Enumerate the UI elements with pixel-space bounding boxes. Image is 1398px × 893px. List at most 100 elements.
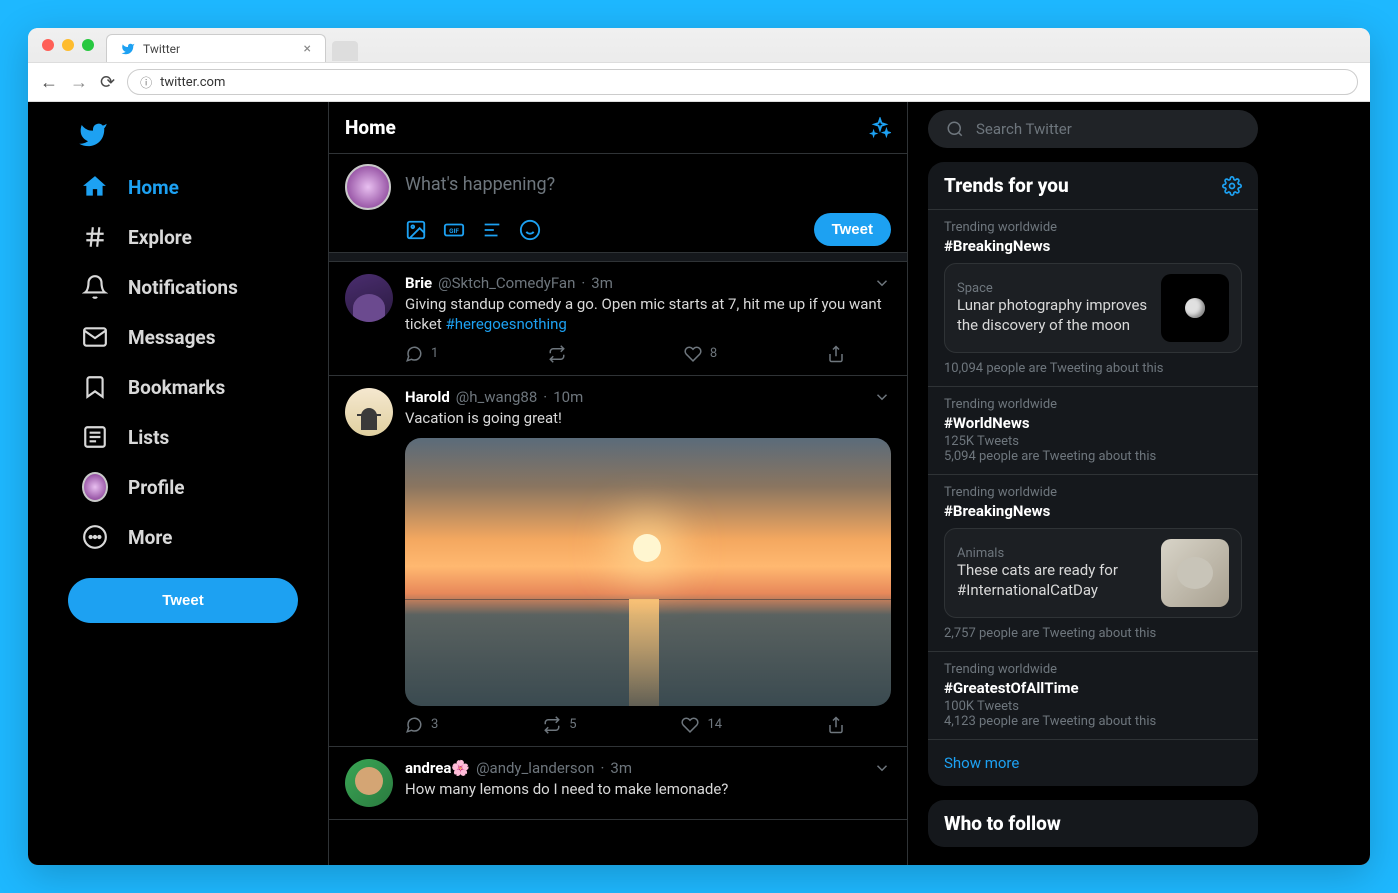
tweet-author-name[interactable]: Brie <box>405 274 432 292</box>
trend-item[interactable]: Trending worldwide #GreatestOfAllTime 10… <box>928 651 1258 739</box>
window-minimize-button[interactable] <box>62 39 74 51</box>
svg-text:GIF: GIF <box>449 226 459 234</box>
timeline-divider <box>329 252 907 262</box>
trend-title: #GreatestOfAllTime <box>944 679 1242 697</box>
tweet-image[interactable] <box>405 438 891 706</box>
tweet-author-handle[interactable]: @andy_landerson <box>476 759 594 777</box>
poll-icon[interactable] <box>481 219 503 241</box>
compose-avatar[interactable] <box>345 164 391 210</box>
nav-back-button[interactable]: ← <box>40 72 58 93</box>
trend-news-card[interactable]: Space Lunar photography improves the dis… <box>944 263 1242 353</box>
nav-more[interactable]: More <box>68 512 328 562</box>
new-tab-button[interactable] <box>332 41 358 61</box>
sidebar: Home Explore Notifications Messages Book… <box>28 102 328 865</box>
tweet[interactable]: andrea🌸 @andy_landerson · 3m How many le… <box>329 747 907 820</box>
tweet-menu-button[interactable] <box>873 388 891 406</box>
who-to-follow-card: Who to follow <box>928 800 1258 847</box>
nav-reload-button[interactable]: ⟳ <box>100 72 115 93</box>
compose-tweet: What's happening? GIF Tweet <box>329 154 907 252</box>
tweet-author-handle[interactable]: @h_wang88 <box>456 388 538 406</box>
tweet-text: Vacation is going great! <box>405 408 891 428</box>
trends-settings-button[interactable] <box>1222 176 1242 196</box>
twitter-app: Home Explore Notifications Messages Book… <box>28 102 1370 865</box>
trend-category: Space <box>957 281 1151 296</box>
twitter-favicon-icon <box>121 42 135 56</box>
reply-button[interactable]: 3 <box>405 716 438 734</box>
timeline-header: Home <box>329 102 907 154</box>
retweet-button[interactable]: 5 <box>543 716 576 734</box>
nav-lists[interactable]: Lists <box>68 412 328 462</box>
trends-title: Trends for you <box>944 174 1069 197</box>
right-sidebar: Search Twitter Trends for you Trending w… <box>908 102 1278 865</box>
sidebar-tweet-button[interactable]: Tweet <box>68 578 298 623</box>
nav-profile[interactable]: Profile <box>68 462 328 512</box>
trend-footer: 4,123 people are Tweeting about this <box>944 714 1242 729</box>
trend-item[interactable]: Trending worldwide #BreakingNews Animals… <box>928 474 1258 651</box>
tweet-author-name[interactable]: andrea🌸 <box>405 759 470 777</box>
nav-label: Notifications <box>128 276 238 299</box>
tweet-avatar[interactable] <box>345 274 393 322</box>
tweet-time: 3m <box>591 274 613 292</box>
tweet-author-handle[interactable]: @Sktch_ComedyFan <box>438 274 575 292</box>
compose-input[interactable]: What's happening? <box>405 164 891 213</box>
trend-title: #WorldNews <box>944 414 1242 432</box>
gif-icon[interactable]: GIF <box>443 219 465 241</box>
search-placeholder: Search Twitter <box>976 120 1072 138</box>
retweet-button[interactable] <box>548 345 574 363</box>
nav-label: Explore <box>128 226 192 249</box>
nav-forward-button[interactable]: → <box>70 72 88 93</box>
browser-window: Twitter × ← → ⟳ ⓘ twitter.com <box>28 28 1370 865</box>
trend-tweet-count: 100K Tweets <box>944 699 1242 714</box>
trend-item[interactable]: Trending worldwide #WorldNews 125K Tweet… <box>928 386 1258 474</box>
media-icon[interactable] <box>405 219 427 241</box>
nav-label: Messages <box>128 326 215 349</box>
window-close-button[interactable] <box>42 39 54 51</box>
trend-footer: 2,757 people are Tweeting about this <box>944 626 1242 641</box>
url-input[interactable]: ⓘ twitter.com <box>127 69 1358 95</box>
site-info-icon[interactable]: ⓘ <box>140 74 152 91</box>
like-button[interactable]: 14 <box>681 716 722 734</box>
url-text: twitter.com <box>160 75 225 90</box>
compose-toolbar: GIF <box>405 219 541 241</box>
tweet[interactable]: Brie @Sktch_ComedyFan · 3m Giving standu… <box>329 262 907 376</box>
nav-bookmarks[interactable]: Bookmarks <box>68 362 328 412</box>
nav-explore[interactable]: Explore <box>68 212 328 262</box>
emoji-icon[interactable] <box>519 219 541 241</box>
nav-notifications[interactable]: Notifications <box>68 262 328 312</box>
share-button[interactable] <box>827 345 845 363</box>
nav-messages[interactable]: Messages <box>68 312 328 362</box>
tweet-menu-button[interactable] <box>873 759 891 777</box>
share-button[interactable] <box>827 716 845 734</box>
show-more-link[interactable]: Show more <box>928 739 1258 786</box>
hashtag-link[interactable]: #heregoesnothing <box>445 315 566 333</box>
trend-news-card[interactable]: Animals These cats are ready for #Intern… <box>944 528 1242 618</box>
profile-avatar-icon <box>82 474 108 500</box>
tweet-author-name[interactable]: Harold <box>405 388 450 406</box>
who-to-follow-title: Who to follow <box>944 812 1242 835</box>
nav-label: Profile <box>128 476 185 499</box>
trend-meta: Trending worldwide <box>944 662 1242 677</box>
compose-tweet-button[interactable]: Tweet <box>814 213 891 246</box>
reply-button[interactable]: 1 <box>405 345 438 363</box>
nav-label: More <box>128 526 172 549</box>
bookmark-icon <box>82 374 108 400</box>
trend-item[interactable]: Trending worldwide #BreakingNews Space L… <box>928 209 1258 386</box>
nav-label: Lists <box>128 426 169 449</box>
tweet-avatar[interactable] <box>345 388 393 436</box>
like-button[interactable]: 8 <box>684 345 717 363</box>
tweet-menu-button[interactable] <box>873 274 891 292</box>
main-timeline: Home What's happening? GIF <box>328 102 908 865</box>
tab-bar: Twitter × <box>28 28 1370 62</box>
envelope-icon <box>82 324 108 350</box>
search-input[interactable]: Search Twitter <box>928 110 1258 148</box>
tweet-avatar[interactable] <box>345 759 393 807</box>
browser-tab[interactable]: Twitter × <box>106 34 326 62</box>
tweet-time: 10m <box>553 388 583 406</box>
sparkle-icon[interactable] <box>869 117 891 139</box>
window-maximize-button[interactable] <box>82 39 94 51</box>
tab-close-icon[interactable]: × <box>304 41 311 57</box>
twitter-logo[interactable] <box>78 120 318 150</box>
tweet[interactable]: Harold @h_wang88 · 10m Vacation is going… <box>329 376 907 747</box>
nav-home[interactable]: Home <box>68 162 328 212</box>
nav-label: Bookmarks <box>128 376 225 399</box>
